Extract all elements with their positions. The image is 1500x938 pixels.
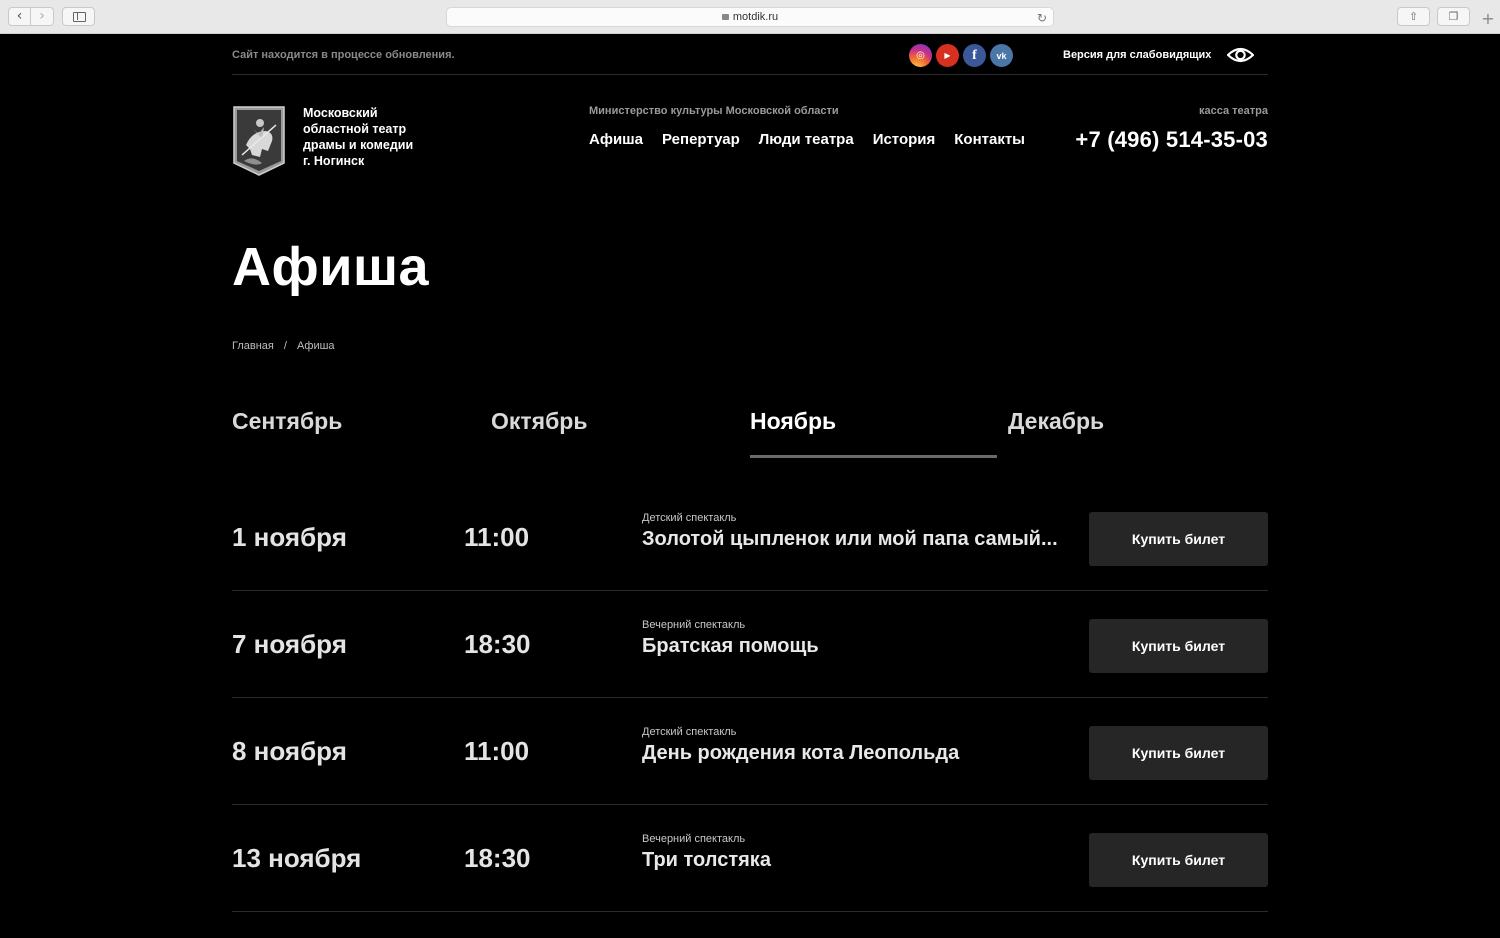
update-notice: Сайт находится в процессе обновления. bbox=[232, 49, 455, 61]
menu-item-repertoire[interactable]: Репертуар bbox=[662, 131, 740, 148]
youtube-icon[interactable]: ▶ bbox=[936, 44, 959, 67]
event-date: 7 ноября bbox=[232, 629, 347, 659]
theatre-name-line: областной театр bbox=[303, 122, 407, 136]
theatre-name-line: драмы и комедии bbox=[303, 138, 414, 152]
buy-ticket-button[interactable]: Купить билет bbox=[1089, 833, 1268, 887]
share-icon[interactable]: ⇧ bbox=[1397, 7, 1430, 26]
social-links: ◎ ▶ f vk bbox=[909, 44, 1013, 67]
events-list: 1 ноября 11:00 Детский спектакль Золотой… bbox=[232, 484, 1268, 912]
buy-ticket-button[interactable]: Купить билет bbox=[1089, 726, 1268, 780]
event-row: 7 ноября 18:30 Вечерний спектакль Братск… bbox=[232, 591, 1268, 698]
event-title[interactable]: Братская помощь bbox=[642, 635, 1062, 657]
event-row: 8 ноября 11:00 Детский спектакль День ро… bbox=[232, 698, 1268, 805]
event-category: Вечерний спектакль bbox=[642, 833, 746, 845]
top-bar: Сайт находится в процессе обновления. ◎ … bbox=[232, 34, 1268, 75]
lock-icon bbox=[721, 14, 729, 20]
eye-icon[interactable] bbox=[1227, 45, 1254, 65]
browser-nav: ‹ › bbox=[8, 7, 54, 26]
facebook-icon[interactable]: f bbox=[963, 44, 986, 67]
browser-toolbar: ‹ › motdik.ru ↻ ⇧ ❐ + bbox=[0, 0, 1500, 34]
event-time: 18:30 bbox=[464, 843, 531, 873]
tabs-icon[interactable]: ❐ bbox=[1437, 7, 1470, 26]
tab-september[interactable]: Сентябрь bbox=[232, 408, 342, 435]
address-bar[interactable]: motdik.ru ↻ bbox=[446, 7, 1054, 27]
url-text: motdik.ru bbox=[732, 11, 779, 23]
theatre-name-line: Московский bbox=[303, 106, 378, 120]
reload-icon[interactable]: ↻ bbox=[1037, 9, 1047, 27]
event-date: 8 ноября bbox=[232, 736, 347, 766]
menu-item-contacts[interactable]: Контакты bbox=[954, 131, 1025, 148]
theatre-name[interactable]: Московский областной театр драмы и комед… bbox=[303, 105, 443, 169]
new-tab-icon[interactable]: + bbox=[1476, 9, 1500, 34]
event-date: 1 ноября bbox=[232, 522, 347, 552]
tab-october[interactable]: Октябрь bbox=[491, 408, 587, 435]
event-title[interactable]: День рождения кота Леопольда bbox=[642, 742, 1062, 764]
site-header: Московский областной театр драмы и комед… bbox=[232, 105, 1268, 185]
page-title: Афиша bbox=[232, 237, 429, 297]
vk-icon[interactable]: vk bbox=[990, 44, 1013, 67]
instagram-icon[interactable]: ◎ bbox=[909, 44, 932, 67]
buy-ticket-button[interactable]: Купить билет bbox=[1089, 512, 1268, 566]
active-tab-indicator bbox=[750, 455, 997, 458]
tab-december[interactable]: Декабрь bbox=[1008, 408, 1104, 435]
menu-item-afisha[interactable]: Афиша bbox=[589, 131, 643, 148]
breadcrumb-current: Афиша bbox=[296, 340, 335, 352]
event-time: 11:00 bbox=[464, 736, 530, 766]
theatre-name-line: г. Ногинск bbox=[303, 154, 365, 168]
coat-of-arms-logo[interactable] bbox=[232, 105, 286, 177]
back-icon[interactable]: ‹ bbox=[8, 7, 31, 26]
event-date: 13 ноября bbox=[232, 843, 362, 873]
event-title[interactable]: Три толстяка bbox=[642, 849, 1062, 871]
ministry-label: Министерство культуры Московской области bbox=[589, 105, 839, 117]
breadcrumb-home[interactable]: Главная bbox=[232, 340, 274, 352]
phone-number[interactable]: +7 (496) 514-35-03 bbox=[1075, 127, 1268, 153]
event-category: Детский спектакль bbox=[642, 512, 737, 524]
event-time: 18:30 bbox=[464, 629, 531, 659]
breadcrumb: Главная / Афиша bbox=[232, 340, 335, 352]
page: Сайт находится в процессе обновления. ◎ … bbox=[0, 34, 1500, 938]
main-menu: Афиша Репертуар Люди театра История Конт… bbox=[589, 131, 1025, 148]
tab-november[interactable]: Ноябрь bbox=[750, 408, 836, 435]
sidebar-toggle-icon[interactable] bbox=[62, 7, 95, 26]
buy-ticket-button[interactable]: Купить билет bbox=[1089, 619, 1268, 673]
event-row: 1 ноября 11:00 Детский спектакль Золотой… bbox=[232, 484, 1268, 591]
menu-item-people[interactable]: Люди театра bbox=[759, 131, 854, 148]
event-category: Вечерний спектакль bbox=[642, 619, 746, 631]
event-title[interactable]: Золотой цыпленок или мой папа самый... bbox=[642, 528, 1062, 550]
month-tabs: Сентябрь Октябрь Ноябрь Декабрь bbox=[232, 404, 1268, 460]
menu-item-history[interactable]: История bbox=[873, 131, 936, 148]
event-category: Детский спектакль bbox=[642, 726, 737, 738]
event-time: 11:00 bbox=[464, 522, 530, 552]
box-office-label: касса театра bbox=[1198, 105, 1268, 117]
breadcrumb-separator: / bbox=[283, 340, 287, 352]
forward-icon[interactable]: › bbox=[31, 7, 54, 26]
event-row: 13 ноября 18:30 Вечерний спектакль Три т… bbox=[232, 805, 1268, 912]
accessibility-link[interactable]: Версия для слабовидящих bbox=[1063, 49, 1211, 61]
